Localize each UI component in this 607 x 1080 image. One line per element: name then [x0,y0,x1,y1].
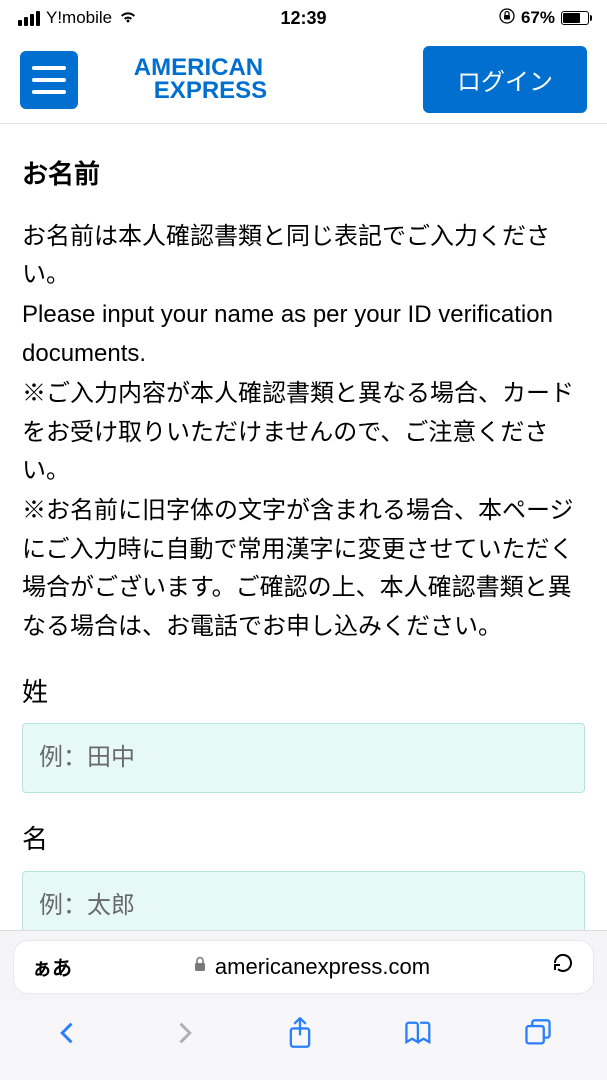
lock-icon [193,956,207,977]
rotation-lock-icon [499,8,515,29]
hamburger-icon [32,66,66,70]
status-bar: Y!mobile 12:39 67% [0,0,607,36]
battery-icon [561,11,589,25]
note-1: ※ご入力内容が本人確認書類と異なる場合、カードをお受け取りいただけませんので、ご… [22,375,585,490]
signal-icon [18,11,40,26]
forward-button[interactable] [170,1019,198,1052]
surname-input[interactable] [22,723,585,793]
tabs-button[interactable] [523,1018,553,1053]
url-capsule[interactable]: ぁあ americanexpress.com [14,941,593,993]
bookmarks-button[interactable] [403,1019,435,1052]
status-right: 67% [499,8,589,29]
carrier-label: Y!mobile [46,8,112,28]
battery-percent: 67% [521,8,555,28]
status-time: 12:39 [280,8,326,29]
wifi-icon [118,8,138,29]
login-button[interactable]: ログイン [423,46,587,113]
note-2: ※お名前に旧字体の文字が含まれる場合、本ページにご入力時に自動で常用漢字に変更さ… [22,492,585,646]
surname-label: 姓 [22,672,585,714]
menu-button[interactable] [20,51,78,109]
reload-button[interactable] [551,951,575,982]
brand-logo[interactable]: AMERICAN EXPRESS [134,57,267,103]
share-button[interactable] [286,1017,314,1054]
back-button[interactable] [54,1019,82,1052]
instruction-en: Please input your name as per your ID ve… [22,296,585,373]
form-content: お名前 お名前は本人確認書類と同じ表記でご入力ください。 Please inpu… [0,124,607,941]
app-header: AMERICAN EXPRESS ログイン [0,36,607,124]
url-display[interactable]: americanexpress.com [88,954,535,980]
brand-line2: EXPRESS [134,80,267,103]
browser-toolbar [0,1002,607,1080]
instruction-jp: お名前は本人確認書類と同じ表記でご入力ください。 [22,218,585,295]
text-size-button[interactable]: ぁあ [32,952,72,981]
givenname-label: 名 [22,819,585,861]
section-title: お名前 [22,154,585,196]
url-domain: americanexpress.com [215,954,430,980]
status-left: Y!mobile [18,8,138,29]
browser-url-bar: ぁあ americanexpress.com [0,930,607,1002]
